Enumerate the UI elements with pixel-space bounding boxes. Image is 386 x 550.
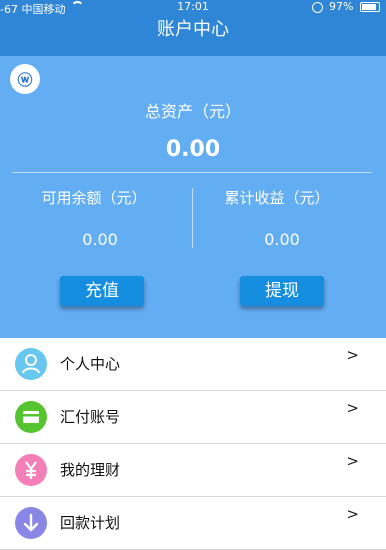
down-arrow-icon — [15, 507, 47, 539]
page-title: 账户中心 — [157, 19, 229, 40]
vertical-divider — [192, 188, 193, 248]
divider — [12, 172, 372, 173]
menu-item-personal-center[interactable]: 个人中心 > — [0, 338, 386, 391]
total-assets-value: 0.00 — [165, 137, 221, 162]
app-logo-icon: ⓦ — [10, 64, 40, 94]
recharge-button[interactable]: 充值 — [60, 276, 144, 306]
menu-item-huifu-account[interactable]: 汇付账号 > — [0, 391, 386, 444]
chevron-right-icon: > — [346, 505, 359, 523]
person-icon — [15, 348, 47, 380]
menu-item-label: 个人中心 — [60, 355, 121, 373]
alarm-icon — [311, 1, 323, 13]
available-balance-label: 可用余额（元） — [41, 189, 147, 207]
cumulative-earnings-value: 0.00 — [264, 230, 300, 249]
total-assets-label: 总资产（元） — [144, 102, 241, 121]
battery-icon — [360, 2, 380, 12]
menu-item-my-finance[interactable]: 我的理财 > — [0, 444, 386, 497]
chevron-right-icon: > — [346, 452, 359, 470]
account-menu: 个人中心 > 汇付账号 > 我的理财 > 回款计划 > — [0, 338, 386, 550]
menu-item-label: 我的理财 — [60, 461, 121, 479]
battery-percent: 97% — [329, 0, 354, 13]
menu-item-label: 汇付账号 — [60, 408, 121, 426]
card-icon — [15, 401, 47, 433]
logo-mark: ⓦ — [17, 70, 33, 89]
menu-item-repayment-plan[interactable]: 回款计划 > — [0, 497, 386, 550]
withdraw-button[interactable]: 提现 — [240, 276, 324, 306]
chevron-right-icon: > — [346, 346, 359, 364]
asset-summary-panel: ⓦ 总资产（元） 0.00 可用余额（元） 0.00 累计收益（元） 0.00 … — [0, 56, 386, 338]
available-balance-value: 0.00 — [82, 230, 118, 249]
status-bar: -67 中国移动 17:01 97% — [0, 0, 386, 16]
yen-icon — [15, 454, 47, 486]
menu-item-label: 回款计划 — [60, 514, 121, 532]
cumulative-earnings-label: 累计收益（元） — [224, 189, 330, 207]
battery-info: 97% — [311, 0, 380, 14]
chevron-right-icon: > — [346, 399, 359, 417]
navigation-bar: 账户中心 — [0, 14, 386, 58]
